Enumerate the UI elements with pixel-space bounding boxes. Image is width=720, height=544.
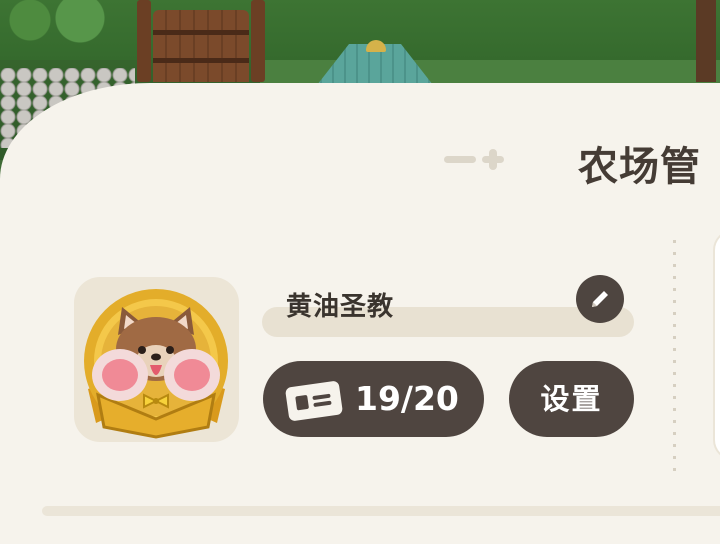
ticket-icon [284, 380, 344, 422]
ticket-count: 19/20 [355, 379, 459, 418]
settings-button[interactable]: 设置 [509, 361, 634, 437]
title-decoration [444, 149, 506, 170]
ticket-counter-button[interactable]: 19/20 [263, 361, 484, 437]
avatar[interactable] [74, 277, 239, 442]
pencil-icon [592, 291, 608, 307]
side-card[interactable] [715, 232, 720, 458]
dotted-divider [673, 240, 676, 472]
edit-name-button[interactable] [576, 275, 624, 323]
game-screen: 农场管 黄油圣教 19/20 设置 [0, 0, 720, 544]
wooden-gate [137, 0, 265, 82]
player-name: 黄油圣教 [286, 292, 395, 322]
fence-post [696, 0, 716, 82]
panel-title: 农场管 [578, 144, 701, 190]
shiba-dog-avatar-icon [84, 289, 228, 439]
bottom-divider [42, 506, 720, 516]
settings-label: 设置 [540, 382, 603, 416]
